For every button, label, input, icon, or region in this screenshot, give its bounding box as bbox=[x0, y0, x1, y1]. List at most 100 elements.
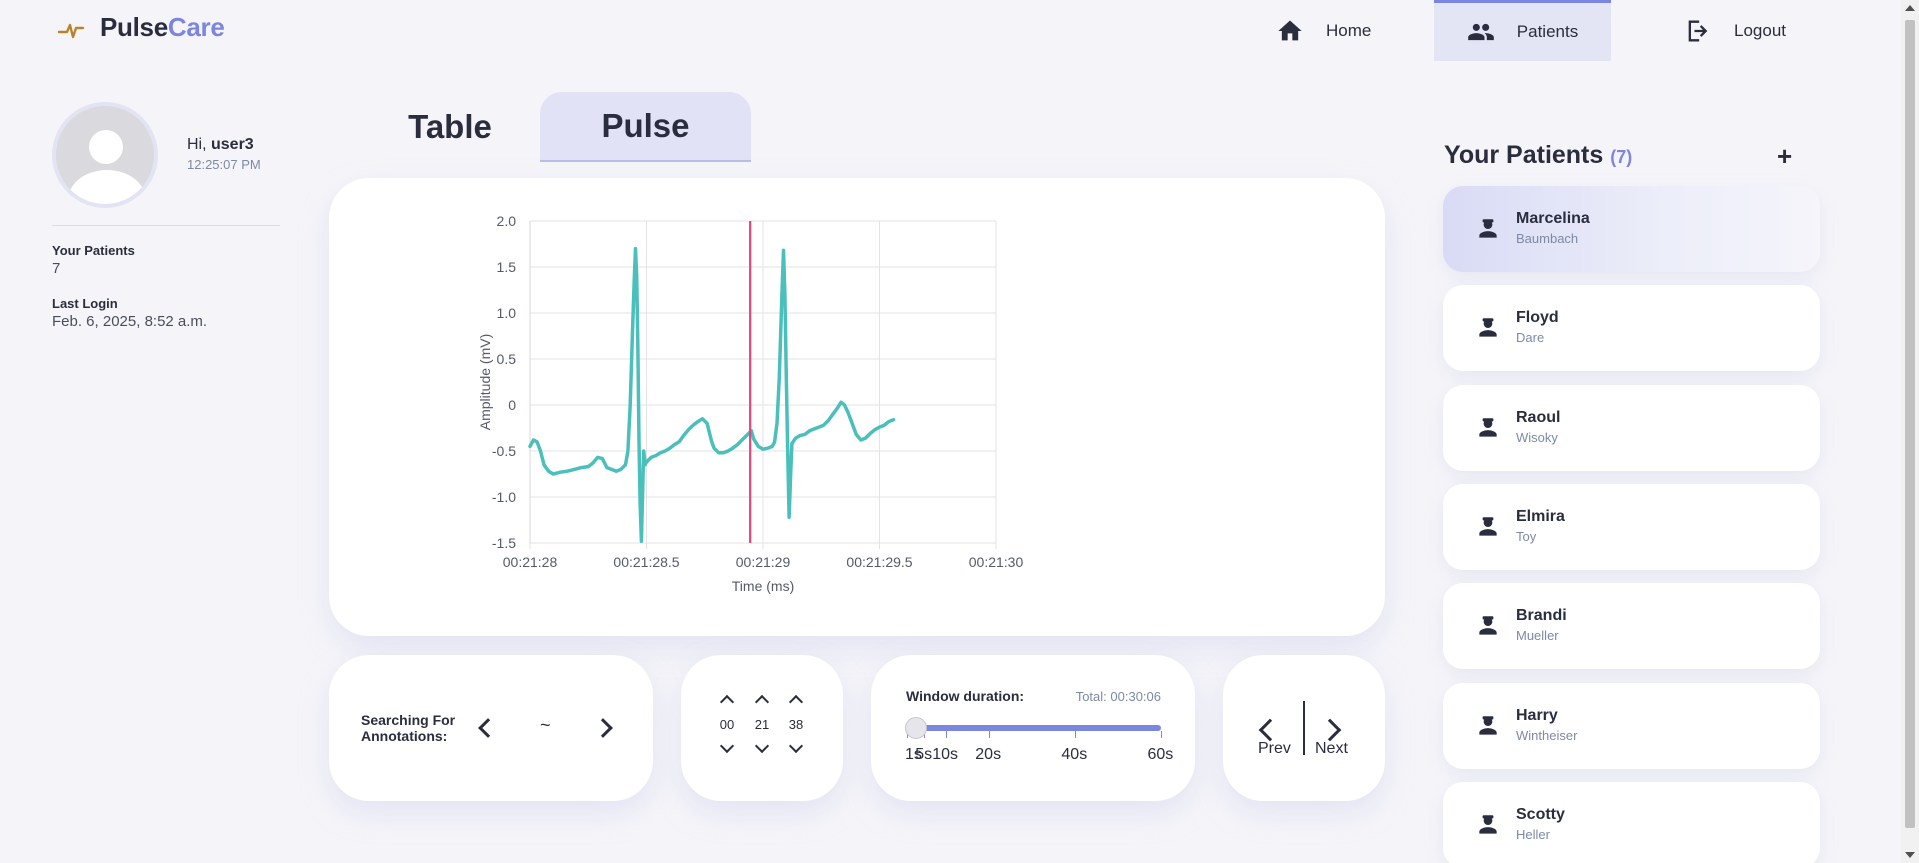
y-tick-label: 2.0 bbox=[497, 213, 517, 229]
patient-card[interactable]: Elmira Toy bbox=[1443, 483, 1820, 570]
time-picker-card: 00 21 38 bbox=[681, 655, 843, 801]
user-greeting: Hi, user3 bbox=[187, 136, 254, 153]
patient-card[interactable]: Harry Wintheiser bbox=[1443, 682, 1820, 769]
home-icon bbox=[1278, 20, 1302, 40]
window-duration-option[interactable]: 5s bbox=[915, 746, 932, 764]
people-icon bbox=[1467, 23, 1494, 41]
seconds-down-icon[interactable] bbox=[788, 738, 804, 754]
y-tick-label: 1.5 bbox=[497, 259, 517, 275]
patient-card[interactable]: Floyd Dare bbox=[1443, 285, 1820, 372]
patient-last-name: Heller bbox=[1516, 826, 1550, 842]
window-duration-option[interactable]: 20s bbox=[975, 746, 1001, 764]
patient-first-name: Elmira bbox=[1516, 507, 1565, 525]
profile-divider bbox=[52, 225, 280, 226]
tab-table[interactable]: Table bbox=[388, 92, 512, 162]
page-scrollbar[interactable] bbox=[1901, 0, 1919, 863]
minutes-value[interactable]: 21 bbox=[747, 717, 777, 732]
window-duration-option[interactable]: 60s bbox=[1148, 746, 1174, 764]
pager-divider bbox=[1303, 701, 1305, 755]
stat-last-login-label: Last Login bbox=[52, 296, 118, 311]
annotation-prev-icon[interactable] bbox=[478, 718, 498, 738]
current-time: 12:25:07 PM bbox=[187, 157, 261, 172]
x-tick-label: 00:21:28 bbox=[503, 554, 558, 570]
y-tick-label: -0.5 bbox=[492, 443, 516, 459]
patient-last-name: Dare bbox=[1516, 330, 1545, 346]
patient-card[interactable]: Marcelina Baumbach bbox=[1443, 186, 1820, 272]
ecg-chart[interactable]: 2.0 1.5 1.0 0.5 0 -0.5 -1.0 -1.5 00:21:28 00:21:… bbox=[329, 178, 1385, 636]
y-tick-label: -1.0 bbox=[492, 489, 516, 505]
next-chevron-icon[interactable] bbox=[1318, 718, 1342, 742]
nav-patients-label: Patients bbox=[1516, 22, 1579, 41]
window-duration-label: Window duration: bbox=[906, 688, 1025, 704]
avatar-body bbox=[68, 170, 146, 204]
y-tick-label: 0 bbox=[508, 397, 516, 413]
tab-pulse[interactable]: Pulse bbox=[540, 92, 751, 162]
patient-first-name: Marcelina bbox=[1516, 210, 1590, 227]
patient-last-name: Mueller bbox=[1516, 628, 1559, 644]
add-patient-button[interactable]: + bbox=[1777, 141, 1792, 172]
user-avatar bbox=[52, 102, 158, 208]
avatar-head bbox=[89, 130, 123, 164]
brand-logo[interactable]: PulseCare bbox=[56, 12, 225, 43]
window-duration-option[interactable]: 10s bbox=[932, 746, 958, 764]
stat-last-login-value: Feb. 6, 2025, 8:52 a.m. bbox=[52, 313, 208, 330]
patient-avatar-icon bbox=[1479, 318, 1497, 337]
y-axis-label: Amplitude (mV) bbox=[477, 334, 493, 430]
y-tick-label: -1.5 bbox=[492, 535, 516, 551]
next-button[interactable]: Next bbox=[1315, 740, 1348, 758]
minutes-down-icon[interactable] bbox=[754, 738, 770, 754]
patient-first-name: Floyd bbox=[1516, 309, 1559, 327]
annotation-search-card: Searching For Annotations: ~ bbox=[329, 655, 653, 801]
scroll-up-icon[interactable] bbox=[1905, 5, 1915, 11]
patient-last-name: Wisoky bbox=[1516, 429, 1558, 445]
window-total-duration: Total: 00:30:06 bbox=[1075, 689, 1161, 704]
nav-patients[interactable]: Patients bbox=[1434, 0, 1611, 61]
window-duration-tick bbox=[945, 731, 947, 738]
patients-count: (7) bbox=[1610, 147, 1633, 167]
patient-card[interactable]: Brandi Mueller bbox=[1443, 583, 1820, 670]
ecg-chart-card: 2.0 1.5 1.0 0.5 0 -0.5 -1.0 -1.5 00:21:28 00:21:… bbox=[329, 178, 1385, 636]
nav-home[interactable]: Home bbox=[1276, 0, 1371, 61]
nav-logout[interactable]: Logout bbox=[1684, 0, 1786, 61]
scrollbar-thumb[interactable] bbox=[1905, 20, 1915, 828]
brand-name: PulseCare bbox=[100, 12, 225, 42]
window-duration-tick bbox=[1074, 731, 1076, 738]
window-duration-tick bbox=[1161, 731, 1162, 738]
patient-last-name: Toy bbox=[1516, 528, 1537, 544]
window-duration-option[interactable]: 40s bbox=[1061, 746, 1087, 764]
nav-logout-label: Logout bbox=[1734, 20, 1786, 40]
hours-down-icon[interactable] bbox=[719, 738, 735, 754]
x-tick-label: 00:21:29 bbox=[736, 554, 791, 570]
seconds-up-icon[interactable] bbox=[788, 694, 804, 710]
patient-last-name: Baumbach bbox=[1516, 231, 1579, 246]
prev-chevron-icon[interactable] bbox=[1258, 718, 1282, 742]
hours-up-icon[interactable] bbox=[719, 694, 735, 710]
annotation-value: ~ bbox=[540, 715, 551, 735]
minutes-up-icon[interactable] bbox=[754, 694, 770, 710]
patient-first-name: Scotty bbox=[1516, 805, 1565, 823]
y-tick-label: 0.5 bbox=[497, 351, 517, 367]
seconds-value[interactable]: 38 bbox=[781, 717, 811, 732]
patient-card[interactable]: Raoul Wisoky bbox=[1443, 384, 1820, 471]
logout-icon bbox=[1688, 20, 1708, 41]
patient-avatar-icon bbox=[1479, 219, 1497, 238]
y-tick-label: 1.0 bbox=[497, 305, 517, 321]
window-duration-card: Window duration: Total: 00:30:06 1s 5s 10s… bbox=[871, 655, 1195, 801]
stat-patients-label: Your Patients bbox=[52, 243, 135, 258]
scroll-down-icon[interactable] bbox=[1905, 852, 1915, 858]
x-tick-label: 00:21:30 bbox=[969, 554, 1024, 570]
patients-list-title: Your Patients (7) bbox=[1444, 141, 1633, 169]
patient-first-name: Harry bbox=[1516, 706, 1558, 724]
patient-avatar-icon bbox=[1479, 417, 1497, 437]
window-duration-thumb[interactable] bbox=[905, 717, 927, 739]
hours-value[interactable]: 00 bbox=[712, 717, 742, 732]
patient-last-name: Wintheiser bbox=[1516, 727, 1578, 743]
username: user3 bbox=[211, 136, 254, 153]
pulse-logo-icon bbox=[57, 23, 85, 38]
stat-patients-value: 7 bbox=[52, 260, 61, 277]
patient-card[interactable]: Scotty Heller bbox=[1443, 781, 1820, 863]
prev-button[interactable]: Prev bbox=[1258, 740, 1291, 758]
annotation-search-label: Searching For Annotations: bbox=[361, 712, 456, 744]
annotation-next-icon[interactable] bbox=[593, 718, 613, 738]
x-axis-label: Time (ms) bbox=[732, 578, 794, 594]
